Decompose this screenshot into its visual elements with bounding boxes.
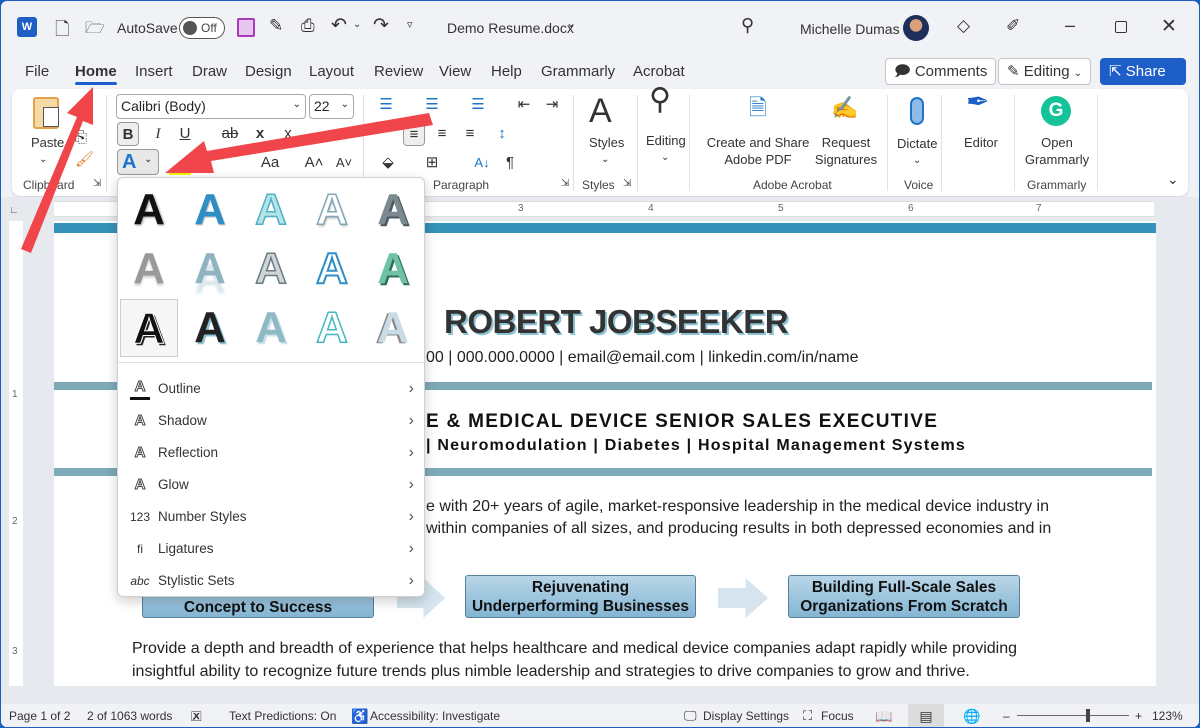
annotation-arrows [21,87,433,253]
word-window: W 🗋 🗁 AutoSave Off ✎ ⎙ ↶ ⌄ ↷ ▿ Demo Resu… [1,1,1199,727]
annotation-arrow-home [21,87,93,253]
annotation-arrow-text-effects [165,113,433,173]
